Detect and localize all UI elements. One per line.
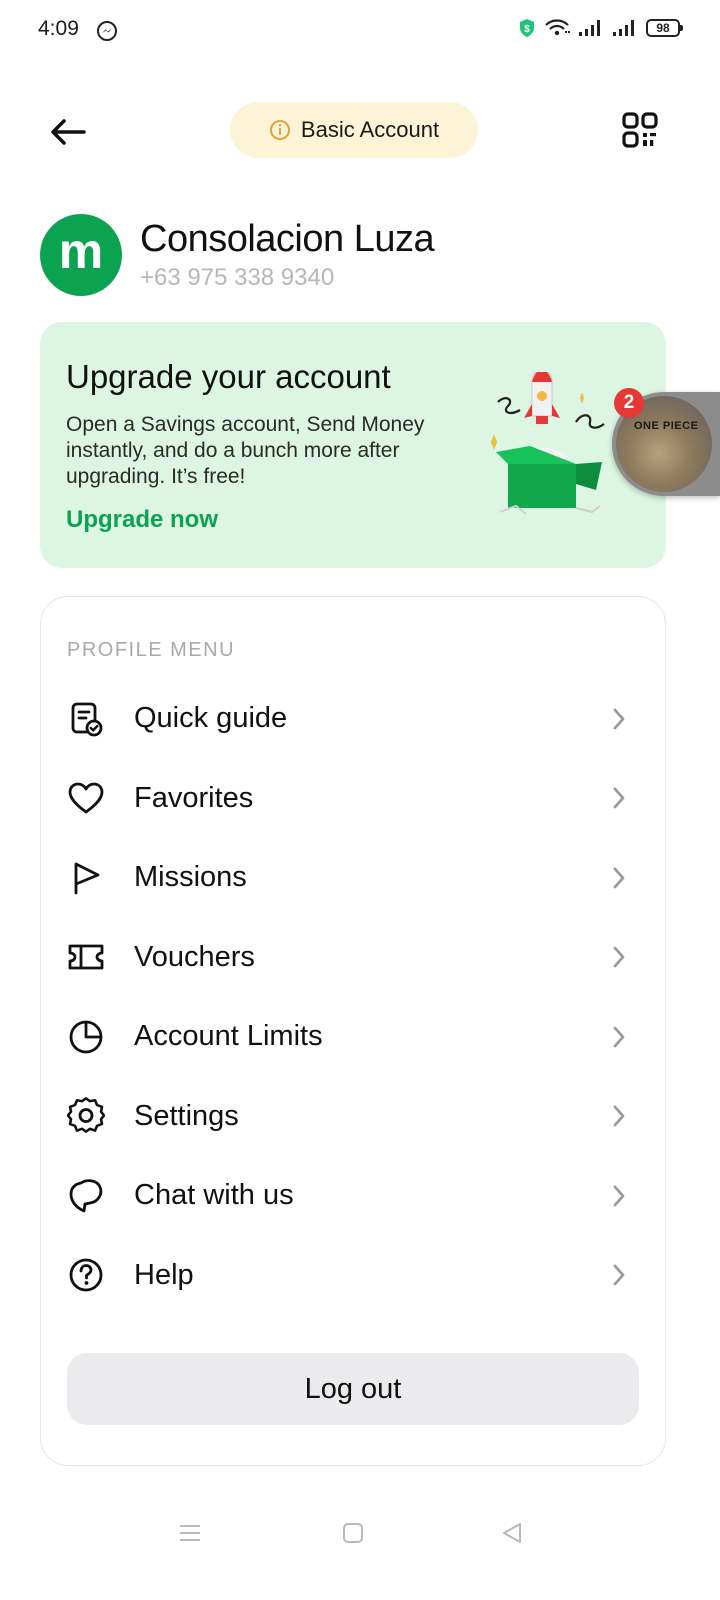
chat-head-caption: ONE PIECE: [634, 420, 699, 432]
chevron-right-icon: [609, 1182, 629, 1210]
menu-item-chat-with-us[interactable]: Chat with us: [41, 1156, 665, 1236]
signal-icon: [613, 20, 634, 36]
chevron-right-icon: [609, 705, 629, 733]
info-icon: [269, 120, 290, 140]
qr-code-button[interactable]: [616, 106, 664, 154]
profile-menu-list: Quick guide Favorites Missions Vouchers …: [41, 679, 665, 1315]
menu-item-label: Missions: [134, 861, 247, 894]
menu-item-label: Help: [134, 1258, 194, 1291]
menu-item-vouchers[interactable]: Vouchers: [41, 918, 665, 998]
chevron-right-icon: [609, 1023, 629, 1051]
upgrade-card[interactable]: Upgrade your account Open a Savings acco…: [40, 322, 666, 568]
system-nav-bar: [0, 1500, 720, 1570]
menu-item-help[interactable]: Help: [41, 1236, 665, 1316]
home-button[interactable]: [333, 1518, 373, 1548]
upgrade-now-link[interactable]: Upgrade now: [66, 506, 218, 534]
svg-text:$: $: [524, 24, 530, 35]
arrow-left-icon: [51, 119, 86, 145]
account-type-badge[interactable]: Basic Account: [230, 102, 478, 158]
chevron-right-icon: [609, 1261, 629, 1289]
battery-level: 98: [656, 21, 670, 35]
back-nav-button[interactable]: [492, 1518, 532, 1548]
chevron-right-icon: [609, 1102, 629, 1130]
gear-icon: [67, 1097, 105, 1135]
avatar-letter: m: [58, 223, 104, 279]
qr-code-icon: [622, 112, 658, 148]
logout-button[interactable]: Log out: [67, 1353, 639, 1425]
menu-item-settings[interactable]: Settings: [41, 1077, 665, 1157]
profile-menu-card: PROFILE MENU Quick guide Favorites Missi…: [40, 596, 666, 1466]
menu-item-label: Favorites: [134, 781, 254, 814]
upgrade-title: Upgrade your account: [66, 358, 391, 395]
rocket-gift-illustration: [491, 372, 605, 515]
heart-icon: [67, 779, 105, 817]
account-type-label: Basic Account: [300, 117, 440, 142]
chevron-right-icon: [609, 864, 629, 892]
guide-icon: [67, 700, 105, 738]
flag-icon: [67, 859, 105, 897]
wifi-icon: [545, 19, 570, 36]
avatar: m: [40, 214, 122, 296]
profile-phone: +63 975 338 9340: [140, 264, 335, 291]
menu-item-label: Vouchers: [134, 940, 255, 973]
chevron-right-icon: [609, 784, 629, 812]
chat-icon: [67, 1177, 105, 1215]
profile-menu-heading: PROFILE MENU: [67, 639, 236, 661]
square-icon: [343, 1523, 363, 1543]
status-time: 4:09: [38, 17, 79, 40]
back-button[interactable]: [44, 108, 92, 156]
notification-badge: 2: [614, 388, 644, 418]
ticket-icon: [67, 938, 105, 976]
menu-item-account-limits[interactable]: Account Limits: [41, 997, 665, 1077]
shield-icon: $: [520, 19, 534, 37]
logout-label: Log out: [304, 1372, 402, 1405]
triangle-back-icon: [503, 1523, 521, 1543]
menu-item-label: Quick guide: [134, 702, 288, 735]
recent-apps-button[interactable]: [170, 1518, 210, 1548]
menu-item-missions[interactable]: Missions: [41, 838, 665, 918]
menu-item-label: Chat with us: [134, 1179, 294, 1212]
chevron-right-icon: [609, 943, 629, 971]
menu-item-quick-guide[interactable]: Quick guide: [41, 679, 665, 759]
pie-chart-icon: [67, 1018, 105, 1056]
menu-item-favorites[interactable]: Favorites: [41, 759, 665, 839]
messenger-icon: [97, 21, 117, 41]
battery-icon: 98: [646, 19, 683, 37]
status-bar: 4:09 $ 98: [0, 0, 720, 60]
help-icon: [67, 1256, 105, 1294]
upgrade-description: Open a Savings account, Send Money insta…: [66, 413, 425, 488]
profile-name: Consolacion Luza: [140, 218, 435, 260]
menu-lines-icon: [180, 1525, 200, 1541]
menu-item-label: Account Limits: [134, 1020, 323, 1053]
signal-icon: [579, 20, 600, 36]
menu-item-label: Settings: [134, 1099, 239, 1132]
